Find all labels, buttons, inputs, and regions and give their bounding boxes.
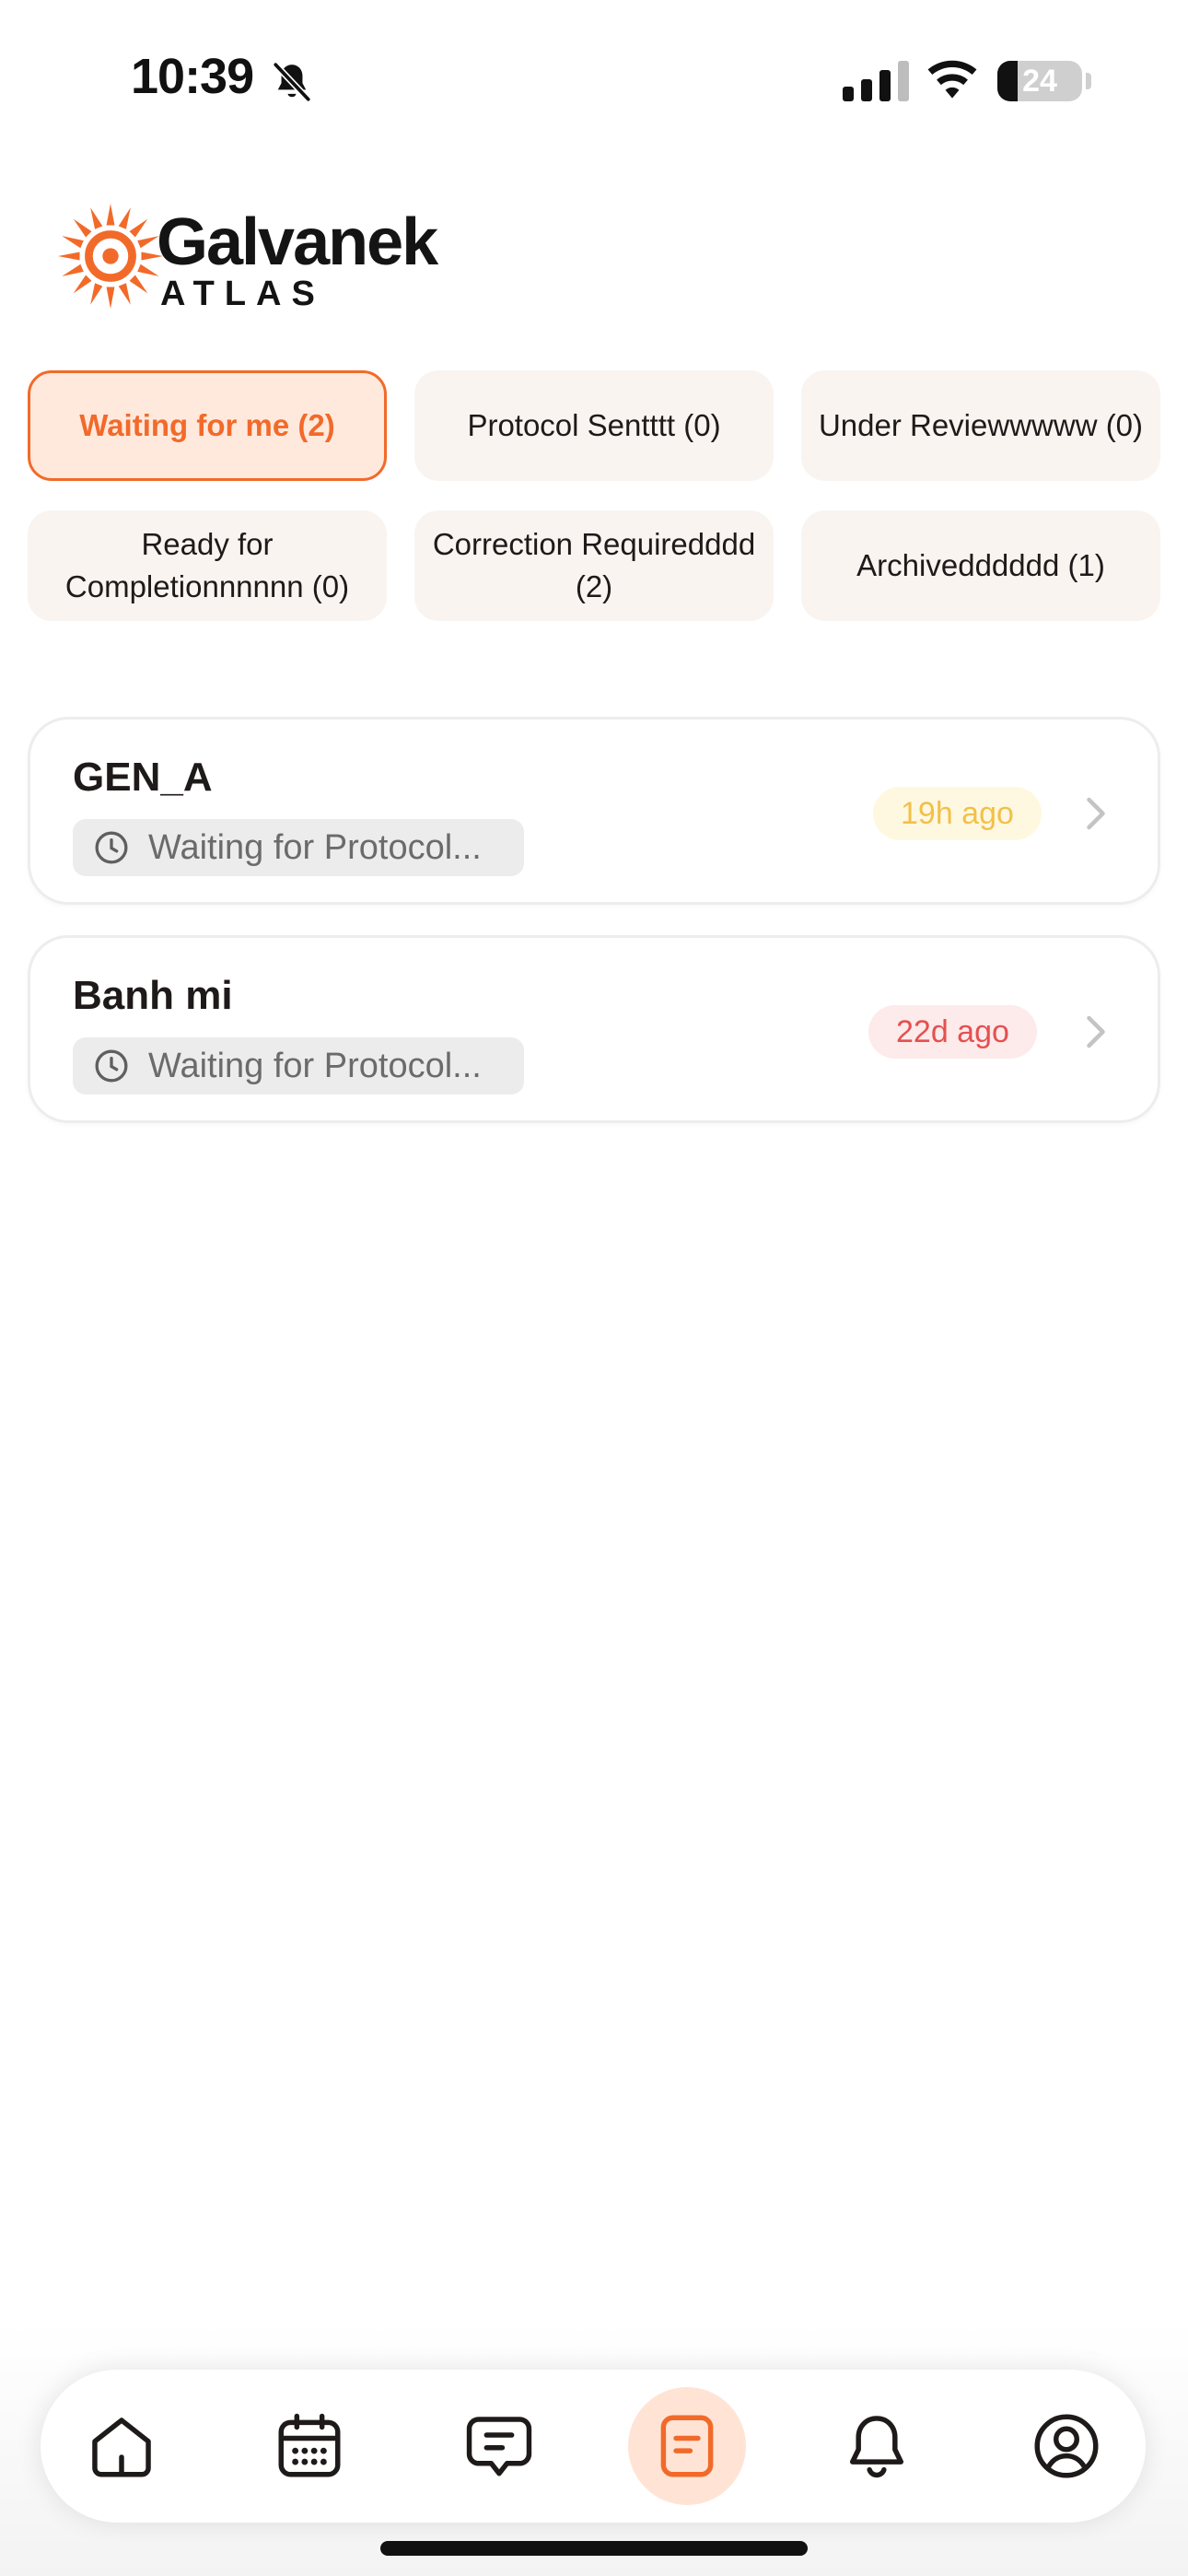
nav-documents[interactable] xyxy=(628,2387,746,2505)
clock-icon xyxy=(95,831,128,864)
list-item[interactable]: Banh mi Waiting for Protocol... 22d ago xyxy=(28,935,1160,1123)
filter-chips: Waiting for me (2) Protocol Sentttt (0) … xyxy=(28,370,1160,621)
filter-protocol-sent[interactable]: Protocol Sentttt (0) xyxy=(414,370,774,481)
item-status: Waiting for Protocol... xyxy=(148,827,482,867)
battery-icon: 24 xyxy=(997,61,1082,101)
time-badge: 22d ago xyxy=(868,1005,1037,1059)
filter-correction-required[interactable]: Correction Requiredddd (2) xyxy=(414,510,774,621)
bell-icon xyxy=(849,2416,904,2478)
filter-ready-for-completion[interactable]: Ready for Completionnnnnn (0) xyxy=(28,510,387,621)
nav-chat[interactable] xyxy=(440,2387,558,2505)
nav-home[interactable] xyxy=(63,2387,181,2505)
clock-icon xyxy=(95,1049,128,1083)
logo-name: Galvanek xyxy=(157,205,438,279)
logo-subtitle: ATLAS xyxy=(160,275,325,313)
battery-cap xyxy=(1086,73,1091,89)
filter-under-review[interactable]: Under Reviewwwww (0) xyxy=(801,370,1160,481)
document-icon xyxy=(660,2415,714,2477)
nav-notifications[interactable] xyxy=(818,2387,936,2505)
item-status: Waiting for Protocol... xyxy=(148,1046,482,1085)
profile-icon xyxy=(1034,2414,1099,2478)
time-badge: 19h ago xyxy=(873,787,1042,840)
status-pill: Waiting for Protocol... xyxy=(73,1037,524,1095)
chevron-right-icon xyxy=(1087,1015,1105,1048)
cellular-signal-icon xyxy=(843,61,909,101)
wifi-icon xyxy=(927,60,977,99)
sun-logo-icon xyxy=(57,203,164,310)
home-icon xyxy=(92,2418,151,2477)
nav-calendar[interactable] xyxy=(250,2387,368,2505)
item-title: Banh mi xyxy=(73,973,233,1018)
list-item[interactable]: GEN_A Waiting for Protocol... 19h ago xyxy=(28,717,1160,905)
bottom-nav xyxy=(41,2370,1146,2523)
calendar-icon xyxy=(278,2413,341,2477)
battery-level: 24 xyxy=(1022,63,1057,99)
screen: 10:39 24 Galvanek ATLAS Waiting for me (… xyxy=(0,0,1188,2576)
app-logo: Galvanek ATLAS xyxy=(53,197,440,317)
status-pill: Waiting for Protocol... xyxy=(73,819,524,876)
status-time: 10:39 xyxy=(131,49,254,104)
nav-profile[interactable] xyxy=(1007,2387,1125,2505)
home-indicator xyxy=(380,2541,808,2556)
bell-slash-icon xyxy=(273,62,311,102)
chevron-right-icon xyxy=(1087,797,1105,830)
status-bar: 10:39 24 xyxy=(0,0,1188,157)
chat-icon xyxy=(466,2417,532,2476)
filter-waiting-for-me[interactable]: Waiting for me (2) xyxy=(28,370,387,481)
item-title: GEN_A xyxy=(73,755,213,800)
filter-archived[interactable]: Archivedddddd (1) xyxy=(801,510,1160,621)
